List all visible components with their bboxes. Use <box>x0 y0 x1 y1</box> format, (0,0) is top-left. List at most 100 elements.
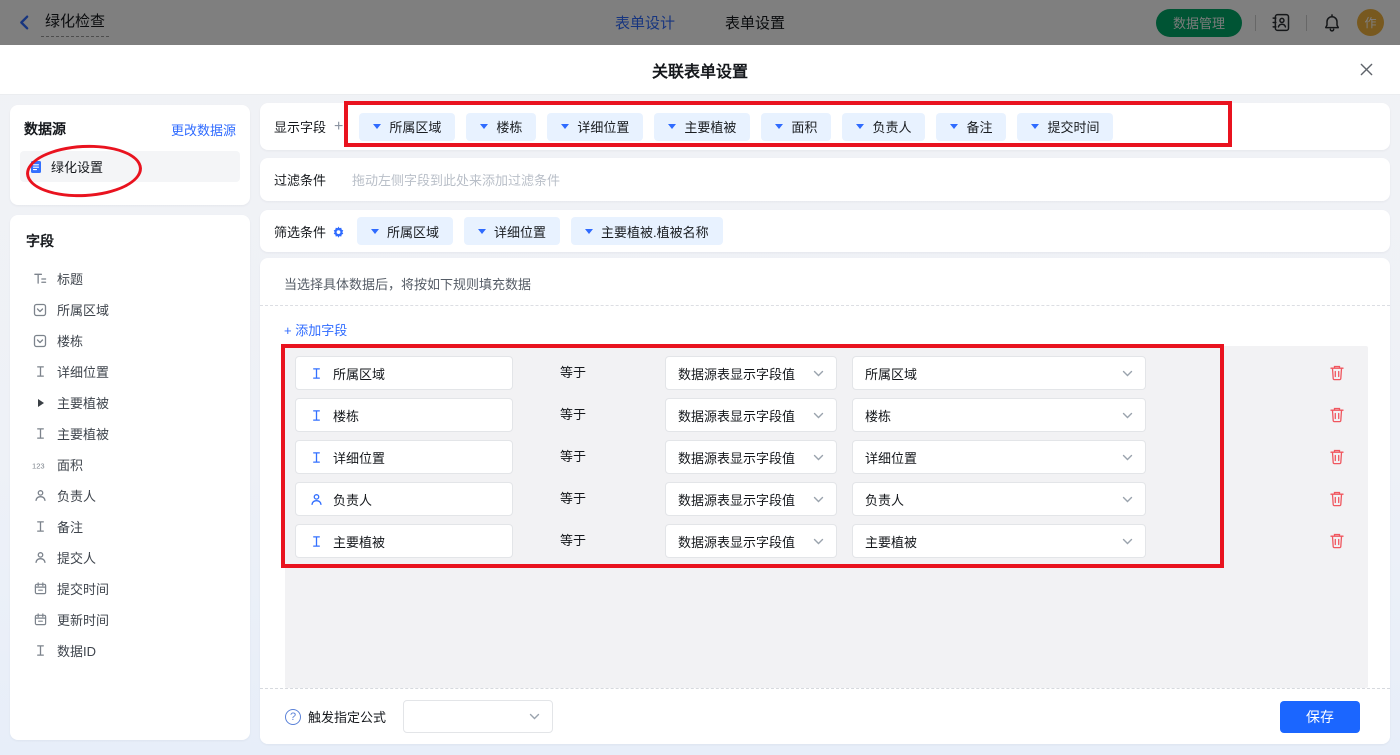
select-icon <box>32 334 48 348</box>
rule-row: 负责人 等于 数据源表显示字段值 负责人 <box>285 482 1368 516</box>
rule-field-input[interactable]: 负责人 <box>295 482 513 516</box>
display-field-tag[interactable]: 楼栋 <box>466 113 536 141</box>
field-item[interactable]: 提交时间 <box>32 573 250 604</box>
gear-icon[interactable] <box>332 226 345 239</box>
rule-row: 主要植被 等于 数据源表显示字段值 主要植被 <box>285 524 1368 558</box>
field-item[interactable]: 标题 <box>32 263 250 294</box>
person-icon <box>32 489 48 502</box>
filter-card: 过滤条件 拖动左侧字段到此处来添加过滤条件 <box>260 158 1390 201</box>
rule-field-input[interactable]: 主要植被 <box>295 524 513 558</box>
source-type-select[interactable]: 数据源表显示字段值 <box>665 398 837 432</box>
rules-hint: 当选择具体数据后，将按如下规则填充数据 <box>260 258 1390 293</box>
field-item[interactable]: 数据ID <box>32 635 250 666</box>
display-field-tag[interactable]: 提交时间 <box>1017 113 1113 141</box>
filter-dropzone[interactable]: 拖动左侧字段到此处来添加过滤条件 <box>352 170 560 189</box>
operator-label: 等于 <box>560 398 586 432</box>
screening-label: 筛选条件 <box>274 222 326 241</box>
caret-down-icon <box>480 124 488 129</box>
display-field-tag[interactable]: 详细位置 <box>547 113 643 141</box>
screening-card: 筛选条件 所属区域 详细位置 主要植被.植被名称 <box>260 210 1390 252</box>
rule-field-input[interactable]: 详细位置 <box>295 440 513 474</box>
chevron-down-icon <box>1122 370 1133 377</box>
rule-row: 所属区域 等于 数据源表显示字段值 所属区域 <box>285 356 1368 390</box>
field-item[interactable]: 123面积 <box>32 449 250 480</box>
field-item[interactable]: 主要植被 <box>32 418 250 449</box>
rule-field-input[interactable]: 所属区域 <box>295 356 513 390</box>
screening-tag[interactable]: 所属区域 <box>357 217 453 245</box>
source-type-select[interactable]: 数据源表显示字段值 <box>665 482 837 516</box>
source-field-select[interactable]: 所属区域 <box>852 356 1146 390</box>
modal-body: 数据源 更改数据源 绿化设置 字段 标题 所属区域 楼栋 详细位置 主要植被 主… <box>0 95 1400 755</box>
delete-row-button[interactable] <box>1329 406 1345 423</box>
caret-down-icon <box>668 124 676 129</box>
screening-tag[interactable]: 主要植被.植被名称 <box>571 217 723 245</box>
text-icon <box>32 644 48 657</box>
display-field-tag[interactable]: 所属区域 <box>359 113 455 141</box>
display-fields-label: 显示字段 <box>274 117 326 136</box>
source-field-select[interactable]: 楼栋 <box>852 398 1146 432</box>
datasource-item-label: 绿化设置 <box>51 157 103 176</box>
field-item[interactable]: 负责人 <box>32 480 250 511</box>
select-icon <box>32 303 48 317</box>
operator-label: 等于 <box>560 440 586 474</box>
calendar-icon <box>32 582 48 595</box>
rule-field-input[interactable]: 楼栋 <box>295 398 513 432</box>
caret-down-icon <box>1031 124 1039 129</box>
field-item[interactable]: 楼栋 <box>32 325 250 356</box>
text-icon <box>308 451 324 464</box>
delete-row-button[interactable] <box>1329 448 1345 465</box>
datasource-card: 数据源 更改数据源 绿化设置 <box>10 105 250 205</box>
delete-row-button[interactable] <box>1329 364 1345 381</box>
source-type-select[interactable]: 数据源表显示字段值 <box>665 524 837 558</box>
chevron-down-icon <box>1122 496 1133 503</box>
chevron-down-icon <box>813 538 824 545</box>
chevron-down-icon <box>1122 538 1133 545</box>
display-field-tag[interactable]: 备注 <box>936 113 1006 141</box>
chevron-down-icon <box>813 412 824 419</box>
help-icon[interactable]: ? <box>285 709 301 725</box>
field-item[interactable]: 提交人 <box>32 542 250 573</box>
caret-down-icon <box>950 124 958 129</box>
datasource-title: 数据源 <box>24 119 66 139</box>
source-field-select[interactable]: 负责人 <box>852 482 1146 516</box>
text-icon <box>308 367 324 380</box>
field-item[interactable]: 主要植被 <box>32 387 250 418</box>
form-document-icon <box>29 160 43 174</box>
fields-title: 字段 <box>10 215 250 251</box>
display-field-tag[interactable]: 面积 <box>761 113 831 141</box>
display-field-tag[interactable]: 负责人 <box>842 113 925 141</box>
source-type-select[interactable]: 数据源表显示字段值 <box>665 440 837 474</box>
datasource-item[interactable]: 绿化设置 <box>20 151 240 182</box>
delete-row-button[interactable] <box>1329 532 1345 549</box>
close-icon[interactable] <box>1359 62 1374 77</box>
source-type-select[interactable]: 数据源表显示字段值 <box>665 356 837 390</box>
text-icon <box>32 365 48 378</box>
change-datasource-link[interactable]: 更改数据源 <box>171 120 236 139</box>
delete-row-button[interactable] <box>1329 490 1345 507</box>
fields-list: 标题 所属区域 楼栋 详细位置 主要植被 主要植被 123面积 负责人 备注 提… <box>10 263 250 666</box>
display-field-tag[interactable]: 主要植被 <box>654 113 750 141</box>
field-item[interactable]: 所属区域 <box>32 294 250 325</box>
text-icon <box>32 520 48 533</box>
field-item[interactable]: 详细位置 <box>32 356 250 387</box>
calendar-icon <box>32 613 48 626</box>
screening-tag[interactable]: 详细位置 <box>464 217 560 245</box>
caret-down-icon <box>585 229 593 234</box>
source-field-select[interactable]: 详细位置 <box>852 440 1146 474</box>
formula-select[interactable] <box>403 700 553 733</box>
field-item[interactable]: 更新时间 <box>32 604 250 635</box>
operator-label: 等于 <box>560 524 586 558</box>
add-field-link[interactable]: + 添加字段 <box>284 320 347 339</box>
add-display-field-button[interactable]: + <box>334 118 343 136</box>
title-icon <box>32 272 48 285</box>
number-icon: 123 <box>32 459 48 471</box>
expand-triangle-icon <box>32 399 48 407</box>
source-field-select[interactable]: 主要植被 <box>852 524 1146 558</box>
field-item[interactable]: 备注 <box>32 511 250 542</box>
fill-rules-card: 当选择具体数据后，将按如下规则填充数据 + 添加字段 所属区域 等于 数据源表显… <box>260 258 1390 744</box>
app-screen: 绿化检查 表单设计 表单设置 数据管理 作 关联表单设置 <box>0 0 1400 755</box>
chevron-down-icon <box>1122 412 1133 419</box>
person-icon <box>32 551 48 564</box>
caret-down-icon <box>856 124 864 129</box>
save-button[interactable]: 保存 <box>1280 701 1360 733</box>
